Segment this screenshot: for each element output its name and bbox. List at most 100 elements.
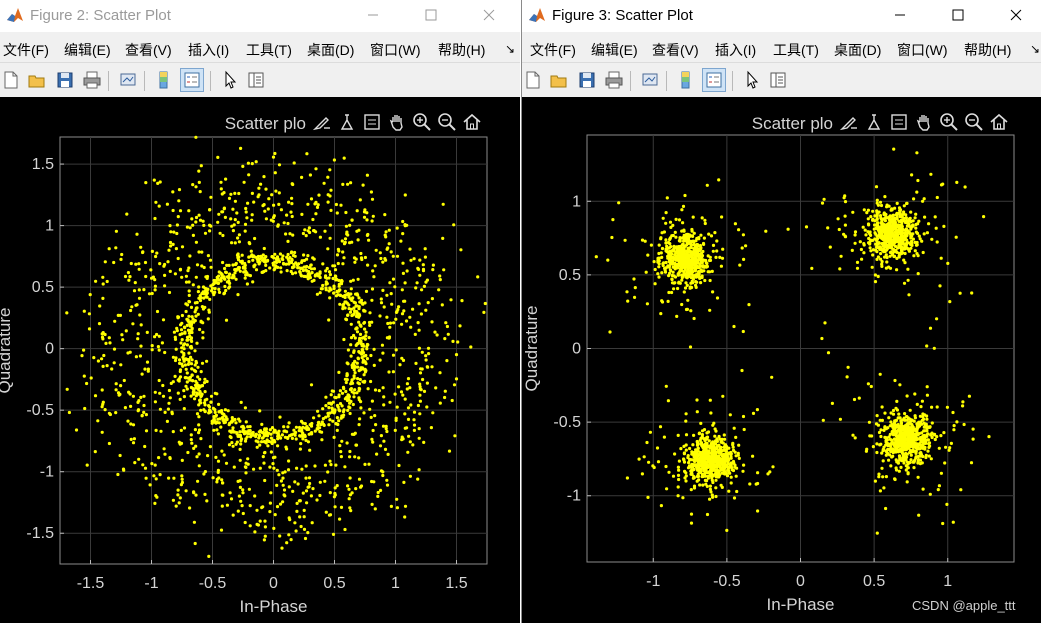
menu-view[interactable]: 查看(V) <box>652 40 699 60</box>
scatter-point <box>939 471 943 475</box>
menu-edit[interactable]: 编辑(E) <box>64 40 111 60</box>
scatter-point <box>664 238 668 242</box>
menu-edit[interactable]: 编辑(E) <box>591 40 638 60</box>
scatter-point <box>201 285 206 289</box>
link-plot-icon[interactable] <box>639 69 661 91</box>
save-icon[interactable] <box>54 69 76 91</box>
print-icon[interactable] <box>81 69 103 91</box>
zoom-out-icon[interactable] <box>965 113 983 131</box>
data-tips-icon[interactable] <box>340 114 354 130</box>
menu-tools[interactable]: 工具(T) <box>773 40 819 60</box>
brush-icon[interactable] <box>312 117 330 131</box>
home-icon[interactable] <box>990 113 1008 130</box>
datatip-cursor-icon[interactable] <box>891 114 907 130</box>
data-tips-icon[interactable] <box>867 114 881 130</box>
save-icon[interactable] <box>576 69 598 91</box>
property-inspector-icon[interactable] <box>245 69 267 91</box>
menu-help[interactable]: 帮助(H) <box>438 40 485 60</box>
scatter-point <box>346 182 350 186</box>
scatter-point <box>949 441 953 445</box>
scatter-point <box>339 203 343 207</box>
scatter-point <box>113 319 117 323</box>
minimize-button[interactable] <box>877 0 923 30</box>
scatter-point <box>100 357 104 361</box>
scatter-point <box>884 243 888 247</box>
scatter-point <box>89 376 93 380</box>
scatter-plot[interactable]: -1 -0.5 0 0.5 1-1-0.500.51In-PhaseQuadrature… <box>522 97 1041 623</box>
scatter-point <box>875 216 879 221</box>
scatter-point <box>935 405 939 409</box>
scatter-point <box>408 474 412 478</box>
menu-overflow-icon[interactable]: ↘ <box>1030 42 1040 56</box>
new-figure-icon[interactable] <box>0 69 22 91</box>
pan-icon[interactable] <box>389 115 403 131</box>
link-plot-icon[interactable] <box>117 69 139 91</box>
edit-pointer-icon[interactable] <box>219 69 241 91</box>
scatter-point <box>665 244 669 248</box>
scatter-point <box>107 247 111 251</box>
zoom-out-icon[interactable] <box>438 113 456 131</box>
scatter-point <box>388 321 393 325</box>
insert-colorbar-icon[interactable] <box>674 69 696 91</box>
pan-icon[interactable] <box>916 115 930 131</box>
datatip-cursor-icon[interactable] <box>364 114 380 130</box>
brush-icon[interactable] <box>839 117 857 131</box>
edit-pointer-icon[interactable] <box>741 69 763 91</box>
scatter-point <box>907 293 911 297</box>
scatter-point <box>862 251 866 255</box>
scatter-point <box>422 440 426 444</box>
scatter-point <box>703 471 707 475</box>
scatter-point <box>700 216 704 220</box>
scatter-point <box>163 410 167 414</box>
scatter-point <box>185 371 189 375</box>
menu-window[interactable]: 窗口(W) <box>370 40 421 60</box>
close-button[interactable] <box>993 0 1039 30</box>
insert-legend-icon[interactable] <box>180 68 204 92</box>
menu-insert[interactable]: 插入(I) <box>715 40 756 60</box>
maximize-button[interactable] <box>408 0 454 30</box>
print-icon[interactable] <box>603 69 625 91</box>
property-inspector-icon[interactable] <box>767 69 789 91</box>
scatter-point <box>714 470 718 474</box>
maximize-button[interactable] <box>935 0 981 30</box>
minimize-button[interactable] <box>350 0 396 30</box>
new-figure-icon[interactable] <box>522 69 544 91</box>
scatter-point <box>379 297 383 301</box>
scatter-point <box>158 262 162 266</box>
menu-help[interactable]: 帮助(H) <box>964 40 1011 60</box>
zoom-in-icon[interactable] <box>413 113 431 131</box>
scatter-plot[interactable]: -1.5 -1 -0.5 0 0.5 1 1.5-1.5-1-0.500.511.5In-P… <box>0 97 520 623</box>
menu-file[interactable]: 文件(F) <box>3 40 49 60</box>
title-bar[interactable]: Figure 3: Scatter Plot <box>522 0 1041 32</box>
menu-window[interactable]: 窗口(W) <box>897 40 948 60</box>
menu-desktop[interactable]: 桌面(D) <box>834 40 881 60</box>
scatter-point <box>349 399 353 404</box>
title-bar[interactable]: Figure 2: Scatter Plot <box>0 0 520 32</box>
scatter-point <box>279 208 283 212</box>
menu-view[interactable]: 查看(V) <box>125 40 172 60</box>
scatter-point <box>199 164 203 168</box>
scatter-point <box>178 397 182 401</box>
menu-overflow-icon[interactable]: ↘ <box>505 42 515 56</box>
home-icon[interactable] <box>463 113 481 130</box>
insert-legend-icon[interactable] <box>702 68 726 92</box>
scatter-point <box>231 513 235 517</box>
scatter-point <box>197 423 201 427</box>
open-file-icon[interactable] <box>548 69 570 91</box>
scatter-point <box>380 343 384 347</box>
insert-colorbar-icon[interactable] <box>152 69 174 91</box>
scatter-point <box>731 448 736 452</box>
scatter-point <box>132 289 137 293</box>
scatter-point <box>323 479 327 483</box>
menu-tools[interactable]: 工具(T) <box>246 40 292 60</box>
menu-file[interactable]: 文件(F) <box>530 40 576 60</box>
menu-desktop[interactable]: 桌面(D) <box>307 40 354 60</box>
scatter-point <box>369 415 373 419</box>
close-button[interactable] <box>466 0 512 30</box>
scatter-point <box>684 419 688 423</box>
scatter-point <box>328 194 332 198</box>
open-file-icon[interactable] <box>26 69 48 91</box>
menu-insert[interactable]: 插入(I) <box>188 40 229 60</box>
zoom-in-icon[interactable] <box>940 113 958 131</box>
scatter-point <box>689 309 693 313</box>
